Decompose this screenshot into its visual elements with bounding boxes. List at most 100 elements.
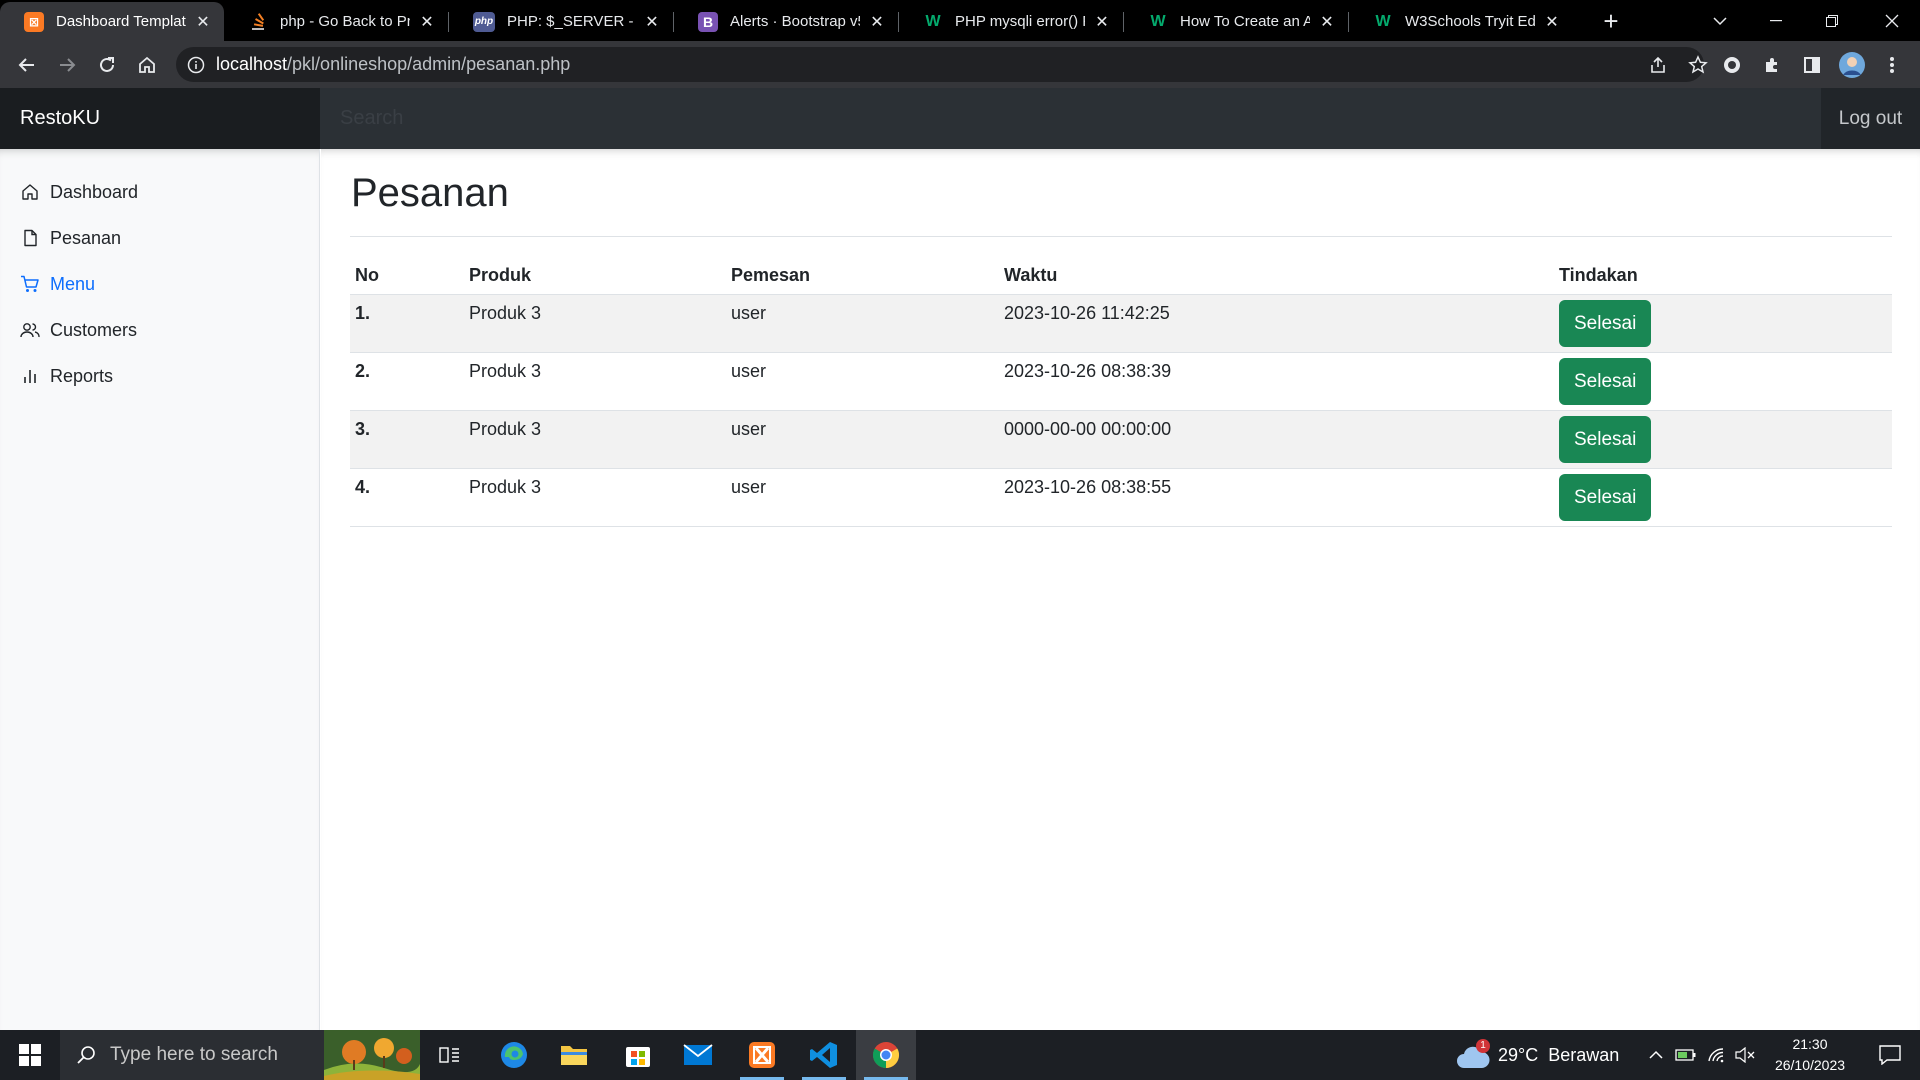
chrome-icon[interactable] (856, 1030, 916, 1080)
tab-title: W3Schools Tryit Edito (1405, 13, 1535, 30)
file-icon (20, 228, 40, 248)
cell-tindakan: Selesai (1554, 294, 1892, 353)
orders-table: No Produk Pemesan Waktu Tindakan 1. Prod… (350, 259, 1892, 527)
table-row: 3. Produk 3 user 0000-00-00 00:00:00 Sel… (350, 410, 1892, 469)
bookmark-star-icon[interactable] (1682, 47, 1714, 82)
battery-icon[interactable] (1672, 1030, 1700, 1080)
browser-tab-dashboard[interactable]: ⊠ Dashboard Template ✕ (0, 2, 224, 41)
site-info-icon[interactable] (187, 56, 205, 74)
search-highlight-illustration (324, 1030, 420, 1080)
extension-icon[interactable] (1716, 49, 1748, 81)
cell-pemesan: user (726, 468, 999, 527)
windows-taskbar: Type here to search 1 29°C Berawan 21:30… (0, 1030, 1920, 1080)
column-header-produk: Produk (464, 259, 726, 295)
weather-badge: 1 (1476, 1039, 1490, 1053)
notification-center-icon[interactable] (1860, 1030, 1920, 1080)
address-bar[interactable]: localhost/pkl/onlineshop/admin/pesanan.p… (176, 47, 1708, 82)
back-icon[interactable] (11, 49, 43, 81)
share-icon[interactable] (1642, 47, 1674, 82)
browser-tab-tryit[interactable]: W W3Schools Tryit Edito ✕ (1349, 2, 1573, 41)
restore-icon[interactable] (1804, 0, 1860, 41)
selesai-button[interactable]: Selesai (1559, 299, 1652, 347)
taskbar-search-box[interactable]: Type here to search (60, 1030, 420, 1080)
browser-tab-mysqli[interactable]: W PHP mysqli error() Fu ✕ (899, 2, 1123, 41)
url-text[interactable]: localhost/pkl/onlineshop/admin/pesanan.p… (216, 54, 570, 75)
sidebar-item-customers[interactable]: Customers (20, 315, 137, 345)
selesai-button[interactable]: Selesai (1559, 473, 1652, 521)
task-view-icon[interactable] (420, 1030, 480, 1080)
cell-pemesan: user (726, 294, 999, 353)
shopping-cart-icon (20, 274, 40, 294)
w3schools-icon: W (1375, 12, 1391, 30)
cell-tindakan: Selesai (1554, 410, 1892, 469)
close-icon[interactable]: ✕ (643, 12, 661, 32)
browser-tab-bootstrap[interactable]: B Alerts · Bootstrap v5. ✕ (674, 2, 898, 41)
browser-tab-php[interactable]: php PHP: $_SERVER - Ma ✕ (449, 2, 673, 41)
xampp-icon: ⊠ (24, 11, 44, 32)
edge-icon[interactable] (484, 1030, 544, 1080)
weather-widget[interactable]: 1 29°C Berawan (1456, 1030, 1619, 1080)
sidebar-item-dashboard[interactable]: Dashboard (20, 177, 138, 207)
column-header-pemesan: Pemesan (726, 259, 999, 295)
logout-link[interactable]: Log out (1821, 88, 1920, 149)
cell-no: 4. (350, 468, 464, 527)
cell-pemesan: user (726, 352, 999, 411)
sidebar-item-menu[interactable]: Menu (20, 269, 95, 299)
browser-tab-strip: ⊠ Dashboard Template ✕ php - Go Back to … (0, 0, 1920, 41)
new-tab-button[interactable]: + (1596, 6, 1626, 36)
store-icon[interactable] (608, 1030, 668, 1080)
profile-avatar[interactable] (1836, 49, 1868, 81)
minimize-icon[interactable] (1748, 0, 1804, 41)
home-icon[interactable] (131, 49, 163, 81)
tab-title: PHP: $_SERVER - Ma (507, 13, 635, 30)
mail-icon[interactable] (668, 1030, 728, 1080)
tab-title: Alerts · Bootstrap v5. (730, 13, 860, 30)
sidebar-item-label: Reports (50, 365, 114, 386)
sidebar-item-label: Menu (50, 273, 96, 294)
forward-icon[interactable] (51, 49, 83, 81)
file-explorer-icon[interactable] (544, 1030, 604, 1080)
taskbar-clock[interactable]: 21:30 26/10/2023 (1760, 1034, 1860, 1076)
volume-muted-icon[interactable] (1732, 1030, 1758, 1080)
selesai-button[interactable]: Selesai (1559, 415, 1652, 463)
sidebar-item-pesanan[interactable]: Pesanan (20, 223, 121, 253)
vscode-icon[interactable] (794, 1030, 854, 1080)
reload-icon[interactable] (91, 49, 123, 81)
show-hidden-icons-chevron-icon[interactable] (1644, 1030, 1668, 1080)
tab-search-icon[interactable] (1692, 0, 1748, 41)
page-title: Pesanan (351, 171, 509, 215)
php-icon: php (473, 11, 495, 32)
tab-title: php - Go Back to Pre (280, 13, 410, 30)
close-icon[interactable]: ✕ (1318, 12, 1336, 32)
w3schools-icon: W (1150, 12, 1166, 30)
brand-logo[interactable]: RestoKU (0, 88, 320, 149)
wifi-icon[interactable] (1704, 1030, 1730, 1080)
selesai-button[interactable]: Selesai (1559, 357, 1652, 405)
bar-chart-icon (20, 366, 40, 386)
close-icon[interactable]: ✕ (1093, 12, 1111, 32)
window-close-icon[interactable] (1864, 0, 1920, 41)
weather-condition: Berawan (1548, 1044, 1620, 1065)
browser-tab-stackoverflow[interactable]: php - Go Back to Pre ✕ (224, 2, 448, 41)
close-icon[interactable]: ✕ (418, 12, 436, 32)
windows-start-icon[interactable] (0, 1030, 60, 1080)
home-icon (20, 182, 40, 202)
side-panel-icon[interactable] (1796, 49, 1828, 81)
close-icon[interactable]: ✕ (194, 12, 212, 32)
cell-no: 1. (350, 294, 464, 353)
close-icon[interactable]: ✕ (868, 12, 886, 32)
extensions-puzzle-icon[interactable] (1756, 49, 1788, 81)
sidebar-item-label: Customers (50, 319, 138, 340)
browser-tab-alert[interactable]: W How To Create an Ale ✕ (1124, 2, 1348, 41)
browser-menu-icon[interactable] (1876, 49, 1908, 81)
cell-waktu: 0000-00-00 00:00:00 (999, 410, 1554, 469)
cell-no: 2. (350, 352, 464, 411)
xampp-icon[interactable] (732, 1030, 792, 1080)
sidebar-item-reports[interactable]: Reports (20, 361, 113, 391)
taskbar-search-placeholder: Type here to search (110, 1044, 278, 1065)
cell-tindakan: Selesai (1554, 468, 1892, 527)
cloud-icon: 1 (1456, 1039, 1492, 1070)
tab-title: Dashboard Template (56, 13, 186, 30)
close-icon[interactable]: ✕ (1543, 12, 1561, 32)
search-input[interactable] (320, 88, 1821, 149)
